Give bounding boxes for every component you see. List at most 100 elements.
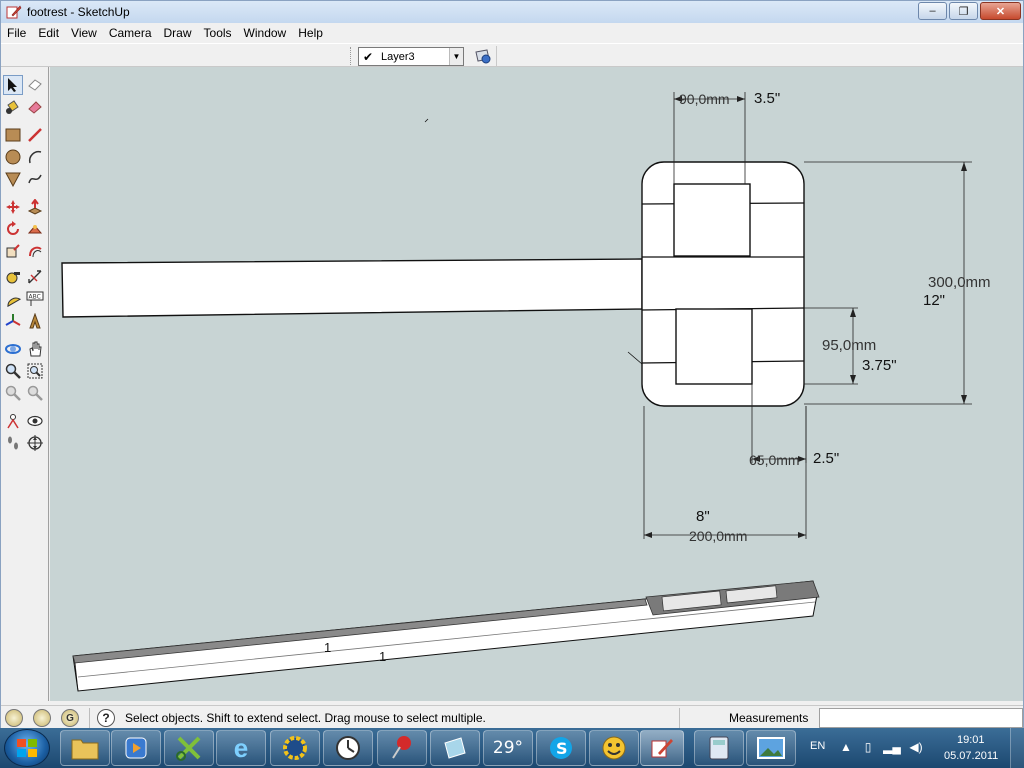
clock-date[interactable]: 05.07.2011 xyxy=(944,750,998,762)
rail-label-2: 1 xyxy=(379,649,387,664)
dim-90mm: 90,0mm xyxy=(679,91,730,107)
explorer-taskbar-button[interactable] xyxy=(60,730,110,766)
3d-text-icon[interactable] xyxy=(25,311,45,331)
drawing-canvas[interactable]: 90,0mm 3.5" 300,0mm 12" 95,0mm 3.75" 65,… xyxy=(50,67,1023,701)
svg-text:ABC: ABC xyxy=(29,294,41,301)
menu-tools[interactable]: Tools xyxy=(198,26,238,40)
clock-app-taskbar-button[interactable] xyxy=(323,730,373,766)
follow-me-icon[interactable] xyxy=(25,219,45,239)
geo-location-icon[interactable] xyxy=(5,709,23,727)
photo-viewer-taskbar-button[interactable] xyxy=(746,730,796,766)
layers-toolbar: ✔ Layer3 ▼ xyxy=(1,43,1023,67)
freehand-icon[interactable] xyxy=(25,169,45,189)
help-icon[interactable]: ? xyxy=(97,709,115,727)
minimize-button[interactable]: – xyxy=(918,2,947,20)
offset-icon[interactable] xyxy=(25,241,45,261)
volume-icon[interactable]: ◀) xyxy=(908,739,924,755)
zoom-icon[interactable] xyxy=(3,361,23,381)
picture-icon xyxy=(757,737,785,759)
pan-icon[interactable] xyxy=(25,339,45,359)
eraser-pink-icon[interactable] xyxy=(25,97,45,117)
tool-palette: ABC xyxy=(1,67,49,701)
rectangle-icon[interactable] xyxy=(3,125,23,145)
network-signal-icon[interactable]: ▂▄ xyxy=(883,739,901,755)
pushpin-icon xyxy=(392,736,411,759)
previous-view-icon[interactable] xyxy=(3,383,23,403)
paint-bucket-icon[interactable] xyxy=(3,97,23,117)
windows-logo-icon xyxy=(17,739,37,757)
tape-measure-icon[interactable] xyxy=(3,267,23,287)
position-camera-icon[interactable] xyxy=(3,411,23,431)
notes-taskbar-button[interactable] xyxy=(377,730,427,766)
menu-window[interactable]: Window xyxy=(238,26,293,40)
menu-view[interactable]: View xyxy=(65,26,103,40)
chevron-down-icon[interactable]: ▼ xyxy=(449,48,463,65)
clock-icon xyxy=(336,736,360,760)
model-view[interactable] xyxy=(50,67,1023,701)
start-button[interactable] xyxy=(4,729,50,767)
push-pull-icon[interactable] xyxy=(25,197,45,217)
select-icon[interactable] xyxy=(3,75,23,95)
look-around-icon[interactable] xyxy=(25,411,45,431)
move-icon[interactable] xyxy=(3,197,23,217)
eraser-icon[interactable] xyxy=(25,75,45,95)
skype-taskbar-button[interactable]: S xyxy=(536,730,586,766)
show-hidden-icons-icon[interactable]: ▲ xyxy=(838,739,854,755)
tools-taskbar-button[interactable] xyxy=(164,730,214,766)
menu-file[interactable]: File xyxy=(1,26,32,40)
toolbar-grip[interactable] xyxy=(350,47,353,65)
clock-time[interactable]: 19:01 xyxy=(957,734,985,746)
internet-explorer-taskbar-button[interactable]: e xyxy=(216,730,266,766)
media-player-taskbar-button[interactable] xyxy=(111,730,161,766)
internet-explorer-icon: e xyxy=(233,732,249,763)
axes-icon[interactable] xyxy=(3,311,23,331)
walk-icon[interactable] xyxy=(3,433,23,453)
text-icon[interactable]: ABC xyxy=(25,289,45,309)
sketchup-icon xyxy=(651,739,673,758)
menu-bar: File Edit View Camera Draw Tools Window … xyxy=(1,23,1023,43)
rotate-icon[interactable] xyxy=(3,219,23,239)
sketchup-taskbar-button[interactable] xyxy=(640,730,684,766)
line-icon[interactable] xyxy=(25,125,45,145)
sticky-notes-taskbar-button[interactable] xyxy=(430,730,480,766)
calculator-taskbar-button[interactable] xyxy=(694,730,744,766)
maximize-button[interactable]: ❐ xyxy=(949,2,978,20)
handle-bar-top-view xyxy=(61,258,643,318)
layer-dropdown[interactable]: ✔ Layer3 ▼ xyxy=(358,47,464,66)
close-button[interactable]: ✕ xyxy=(980,2,1021,20)
section-plane-icon[interactable] xyxy=(25,433,45,453)
measurements-input[interactable] xyxy=(819,708,1023,728)
menu-edit[interactable]: Edit xyxy=(32,26,65,40)
scale-icon[interactable] xyxy=(3,241,23,261)
orbit-icon[interactable] xyxy=(3,339,23,359)
sketchup-app-icon xyxy=(6,5,22,19)
title-bar[interactable]: footrest - SketchUp – ❐ ✕ xyxy=(1,1,1023,23)
dim-300mm: 300,0mm xyxy=(928,274,991,291)
next-view-icon[interactable] xyxy=(25,383,45,403)
show-desktop-button[interactable] xyxy=(1010,728,1024,768)
credits-icon[interactable] xyxy=(33,709,51,727)
polygon-icon[interactable] xyxy=(3,169,23,189)
weather-taskbar-button[interactable]: 29° xyxy=(483,730,533,766)
window-title: footrest - SketchUp xyxy=(27,5,130,19)
scissors-tool-icon xyxy=(176,736,201,761)
protractor-icon[interactable] xyxy=(3,289,23,309)
toolbar-separator xyxy=(496,46,497,66)
media-player-icon xyxy=(125,737,147,759)
zoom-window-icon[interactable] xyxy=(25,361,45,381)
menu-help[interactable]: Help xyxy=(292,26,329,40)
update-taskbar-button[interactable] xyxy=(270,730,320,766)
messenger-taskbar-button[interactable] xyxy=(589,730,639,766)
calculator-icon xyxy=(709,736,729,760)
windows-taskbar: e 29° S EN ▲ ▯ ▂▄ ◀) 19:01 05.07.2011 xyxy=(0,728,1024,768)
arc-icon[interactable] xyxy=(25,147,45,167)
circle-icon[interactable] xyxy=(3,147,23,167)
language-indicator[interactable]: EN xyxy=(810,740,825,752)
menu-draw[interactable]: Draw xyxy=(158,26,198,40)
layer-manager-icon[interactable] xyxy=(473,47,493,65)
google-account-icon[interactable]: G xyxy=(61,709,79,727)
menu-camera[interactable]: Camera xyxy=(103,26,158,40)
status-separator xyxy=(679,708,680,728)
usb-device-icon[interactable]: ▯ xyxy=(860,739,876,755)
dimension-icon[interactable] xyxy=(25,267,45,287)
